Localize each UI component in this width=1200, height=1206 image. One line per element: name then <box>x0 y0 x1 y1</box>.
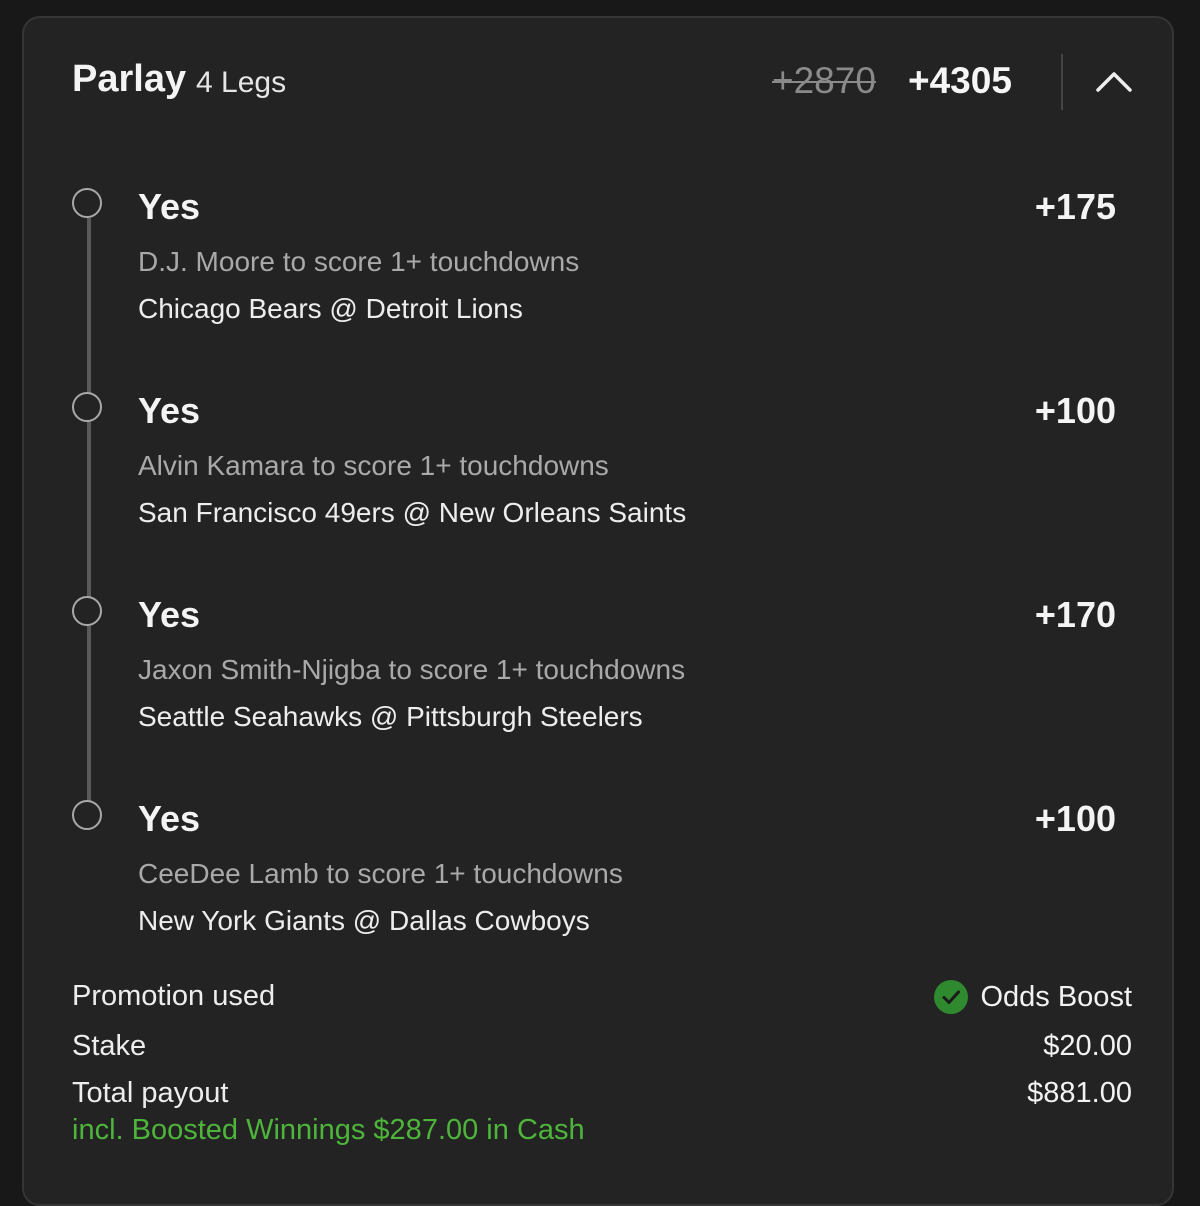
promotion-label: Promotion used <box>72 980 276 1012</box>
payout-row: Total payout $881.00 <box>72 1077 1132 1117</box>
leg-status-circle <box>72 188 102 218</box>
promotion-row: Promotion used Odds Boost <box>72 980 1132 1020</box>
promotion-name: Odds Boost <box>980 980 1132 1013</box>
leg-market: Alvin Kamara to score 1+ touchdowns <box>138 450 609 481</box>
leg-market: D.J. Moore to score 1+ touchdowns <box>138 246 580 277</box>
leg-market: CeeDee Lamb to score 1+ touchdowns <box>138 858 623 889</box>
boosted-odds: +4305 <box>908 60 1012 101</box>
leg-odds: +175 <box>1034 186 1116 227</box>
leg-market: Jaxon Smith-Njigba to score 1+ touchdown… <box>138 654 686 685</box>
leg-event: New York Giants @ Dallas Cowboys <box>138 905 590 936</box>
leg-selection: Yes <box>138 594 201 635</box>
leg-item: Yes +170 Jaxon Smith-Njigba to score 1+ … <box>24 594 1172 776</box>
check-circle-icon <box>934 980 969 1014</box>
leg-status-circle <box>72 800 102 830</box>
chevron-up-icon <box>1096 72 1132 92</box>
leg-odds: +170 <box>1034 594 1116 635</box>
legs-count: 4 Legs <box>196 66 287 99</box>
stake-value: $20.00 <box>1043 1030 1132 1062</box>
leg-item: Yes +175 D.J. Moore to score 1+ touchdow… <box>24 186 1172 368</box>
leg-item: Yes +100 Alvin Kamara to score 1+ touchd… <box>24 390 1172 572</box>
promotion-value: Odds Boost <box>934 980 1132 1014</box>
boosted-winnings-note: incl. Boosted Winnings $287.00 in Cash <box>72 1114 585 1146</box>
leg-event: San Francisco 49ers @ New Orleans Saints <box>138 497 687 528</box>
original-odds: +2870 <box>772 60 876 101</box>
leg-status-circle <box>72 392 102 422</box>
stake-row: Stake $20.00 <box>72 1030 1132 1070</box>
leg-selection: Yes <box>138 390 201 431</box>
parlay-header[interactable]: Parlay 4 Legs +2870 +4305 <box>24 18 1172 146</box>
header-divider <box>1061 54 1063 110</box>
leg-event: Seattle Seahawks @ Pittsburgh Steelers <box>138 701 643 732</box>
leg-odds: +100 <box>1034 390 1116 431</box>
leg-selection: Yes <box>138 186 201 227</box>
leg-status-circle <box>72 596 102 626</box>
leg-item: Yes +100 CeeDee Lamb to score 1+ touchdo… <box>24 798 1172 980</box>
parlay-card: Parlay 4 Legs +2870 +4305 Yes +175 D.J. … <box>22 16 1174 1206</box>
payout-label: Total payout <box>72 1077 229 1109</box>
stake-label: Stake <box>72 1030 147 1062</box>
leg-selection: Yes <box>138 798 201 839</box>
parlay-title: Parlay <box>72 58 187 100</box>
payout-value: $881.00 <box>1027 1077 1132 1109</box>
collapse-button[interactable] <box>1090 58 1138 106</box>
leg-odds: +100 <box>1034 798 1116 839</box>
leg-event: Chicago Bears @ Detroit Lions <box>138 293 523 324</box>
